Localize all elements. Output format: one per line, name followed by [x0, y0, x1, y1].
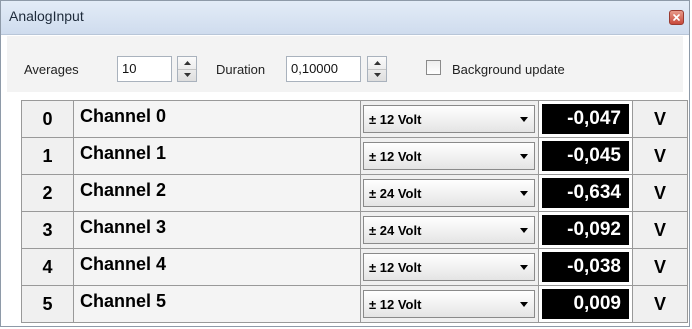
range-value: ± 24 Volt: [369, 185, 422, 201]
background-update-label[interactable]: Background update: [452, 62, 565, 77]
value-cell: -0,092: [539, 212, 633, 248]
range-cell: ± 12 Volt: [361, 101, 539, 137]
channel-value: -0,038: [542, 252, 629, 282]
channel-index: 0: [22, 101, 74, 137]
averages-spinner[interactable]: [177, 56, 197, 82]
spin-down-icon[interactable]: [368, 68, 386, 82]
analog-input-window: AnalogInput Averages 10 Duration 0,10000: [0, 0, 690, 327]
channel-name-text: Channel 5: [80, 290, 167, 311]
range-dropdown[interactable]: ± 24 Volt: [363, 216, 535, 244]
channel-index: 5: [22, 286, 74, 322]
value-cell: -0,038: [539, 249, 633, 285]
channel-row: 3 Channel 3 ± 24 Volt -0,092 V: [22, 212, 688, 249]
channel-name-text: Channel 4: [80, 253, 167, 274]
value-cell: -0,634: [539, 175, 633, 211]
background-update-checkbox[interactable]: [426, 60, 441, 75]
close-icon: [673, 14, 680, 21]
range-dropdown[interactable]: ± 12 Volt: [363, 105, 535, 133]
range-value: ± 12 Volt: [369, 296, 422, 312]
channel-name[interactable]: Channel 3: [74, 212, 361, 248]
channel-value: 0,009: [542, 289, 629, 319]
channel-table: 0 Channel 0 ± 12 Volt -0,047 V 1 Channel…: [21, 100, 688, 323]
chevron-down-icon: [520, 264, 528, 270]
channel-index: 1: [22, 138, 74, 174]
channel-row: 4 Channel 4 ± 12 Volt -0,038 V: [22, 249, 688, 286]
channel-index: 4: [22, 249, 74, 285]
channel-index: 3: [22, 212, 74, 248]
range-dropdown[interactable]: ± 12 Volt: [363, 290, 535, 318]
channel-name[interactable]: Channel 5: [74, 286, 361, 322]
unit-label: V: [633, 249, 688, 285]
unit-label: V: [633, 101, 688, 137]
range-cell: ± 12 Volt: [361, 286, 539, 322]
range-value: ± 12 Volt: [369, 148, 422, 164]
range-value: ± 12 Volt: [369, 259, 422, 275]
channel-value: -0,092: [542, 215, 629, 245]
spin-down-icon[interactable]: [178, 68, 196, 82]
channel-row: 5 Channel 5 ± 12 Volt 0,009 V: [22, 286, 688, 323]
channel-value: -0,045: [542, 141, 629, 171]
channel-name-text: Channel 2: [80, 179, 167, 200]
settings-toolbar: Averages 10 Duration 0,10000 Background …: [7, 36, 683, 92]
title-bar[interactable]: AnalogInput: [1, 1, 689, 35]
channel-value: -0,634: [542, 178, 629, 208]
channel-name[interactable]: Channel 1: [74, 138, 361, 174]
channel-row: 0 Channel 0 ± 12 Volt -0,047 V: [22, 101, 688, 138]
chevron-down-icon: [520, 153, 528, 159]
duration-input[interactable]: 0,10000: [286, 56, 361, 82]
range-cell: ± 12 Volt: [361, 138, 539, 174]
value-cell: -0,047: [539, 101, 633, 137]
value-cell: -0,045: [539, 138, 633, 174]
channel-name[interactable]: Channel 0: [74, 101, 361, 137]
range-dropdown[interactable]: ± 24 Volt: [363, 179, 535, 207]
unit-label: V: [633, 286, 688, 322]
range-cell: ± 12 Volt: [361, 249, 539, 285]
channel-name[interactable]: Channel 2: [74, 175, 361, 211]
chevron-down-icon: [520, 301, 528, 307]
chevron-down-icon: [520, 190, 528, 196]
range-cell: ± 24 Volt: [361, 212, 539, 248]
chevron-down-icon: [520, 116, 528, 122]
value-cell: 0,009: [539, 286, 633, 322]
channel-name-text: Channel 3: [80, 216, 167, 237]
range-value: ± 12 Volt: [369, 111, 422, 127]
unit-label: V: [633, 175, 688, 211]
averages-input[interactable]: 10: [117, 56, 172, 82]
range-value: ± 24 Volt: [369, 222, 422, 238]
channel-name[interactable]: Channel 4: [74, 249, 361, 285]
duration-label: Duration: [216, 62, 266, 77]
range-dropdown[interactable]: ± 12 Volt: [363, 142, 535, 170]
channel-value: -0,047: [542, 104, 629, 134]
channel-row: 1 Channel 1 ± 12 Volt -0,045 V: [22, 138, 688, 175]
chevron-down-icon: [520, 227, 528, 233]
range-dropdown[interactable]: ± 12 Volt: [363, 253, 535, 281]
unit-label: V: [633, 138, 688, 174]
unit-label: V: [633, 212, 688, 248]
spin-up-icon[interactable]: [178, 57, 196, 69]
channel-name-text: Channel 0: [80, 105, 167, 126]
range-cell: ± 24 Volt: [361, 175, 539, 211]
duration-spinner[interactable]: [367, 56, 387, 82]
channel-row: 2 Channel 2 ± 24 Volt -0,634 V: [22, 175, 688, 212]
channel-name-text: Channel 1: [80, 142, 167, 163]
window-title: AnalogInput: [9, 8, 84, 24]
spin-up-icon[interactable]: [368, 57, 386, 69]
channel-index: 2: [22, 175, 74, 211]
close-button[interactable]: [669, 10, 684, 25]
averages-label: Averages: [24, 62, 79, 77]
